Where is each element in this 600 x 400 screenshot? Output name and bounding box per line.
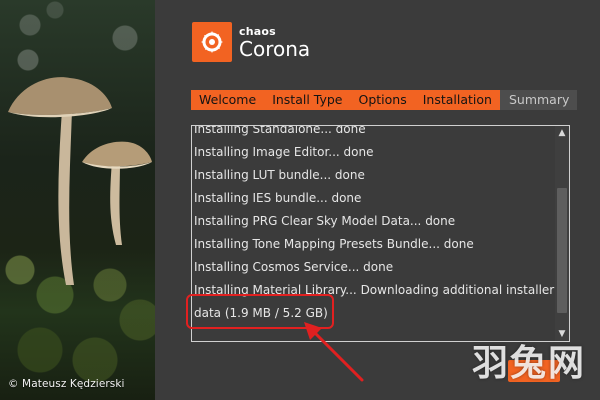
mushroom-illustration [8, 77, 152, 285]
log-line: Installing LUT bundle... done [194, 168, 365, 182]
installer-steps: Welcome Install Type Options Installatio… [191, 90, 578, 110]
log-scrollbar[interactable]: ▲ ▼ [555, 126, 569, 341]
tab-install-type[interactable]: Install Type [264, 90, 350, 110]
tab-summary[interactable]: Summary [499, 90, 578, 110]
scroll-thumb[interactable] [557, 188, 567, 313]
background-photo: © Mateusz Kędzierski [0, 0, 155, 400]
tab-installation[interactable]: Installation [415, 90, 500, 110]
log-line: Installing Tone Mapping Presets Bundle..… [194, 237, 474, 251]
brand-logo: chaos Corona [192, 22, 310, 62]
tab-welcome[interactable]: Welcome [191, 90, 264, 110]
log-line: Installing Standalone... done [194, 125, 366, 136]
log-line: Installing IES bundle... done [194, 191, 362, 205]
tab-options[interactable]: Options [351, 90, 415, 110]
brand-maker: chaos [239, 24, 276, 38]
log-line: Installing Cosmos Service... done [194, 260, 394, 274]
site-watermark: 羽兔网 [471, 343, 586, 384]
photo-credit: © Mateusz Kędzierski [8, 378, 125, 390]
corona-swirl-icon [192, 22, 232, 62]
log-line: Installing Image Editor... done [194, 145, 374, 159]
scroll-up-icon[interactable]: ▲ [558, 129, 566, 138]
log-line: Installing PRG Clear Sky Model Data... d… [194, 214, 456, 228]
brand-product: Corona [239, 36, 311, 61]
annotation-arrow-icon [304, 322, 364, 382]
